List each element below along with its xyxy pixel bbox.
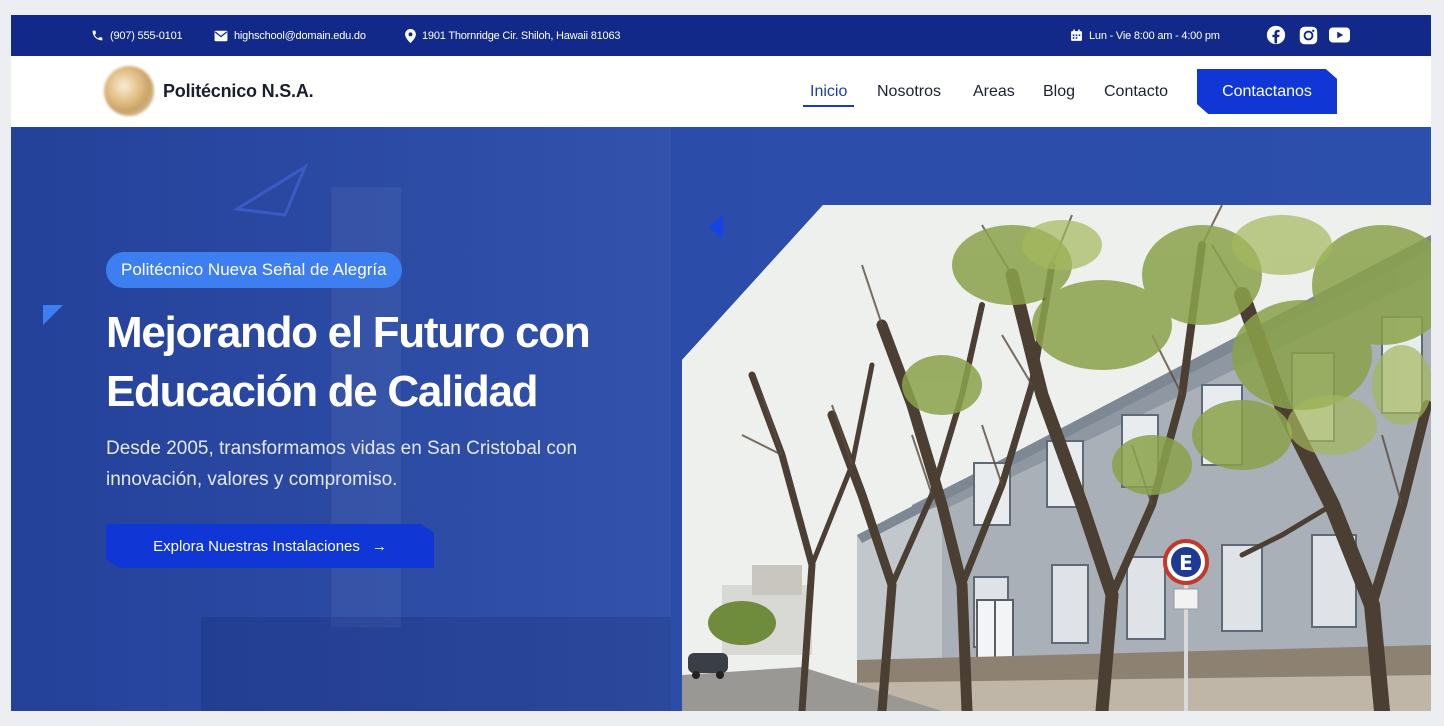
triangle-outline-decoration xyxy=(233,163,309,217)
email-text: highschool@domain.edu.do xyxy=(234,29,366,42)
phone-icon xyxy=(91,29,104,42)
instagram-icon[interactable] xyxy=(1297,24,1319,46)
hero-subtitle: Desde 2005, transformamos vidas en San C… xyxy=(106,433,666,495)
hero-subtitle-line-1: Desde 2005, transformamos vidas en San C… xyxy=(106,438,578,459)
top-info-bar: (907) 555-0101 highschool@domain.edu.do … xyxy=(11,15,1431,56)
calendar-icon xyxy=(1070,29,1083,42)
nav-link-contacto[interactable]: Contacto xyxy=(1104,56,1168,127)
nav-link-nosotros[interactable]: Nosotros xyxy=(877,56,941,127)
nav-link-areas[interactable]: Areas xyxy=(973,56,1015,127)
nav-link-inicio[interactable]: Inicio xyxy=(802,56,855,127)
school-building-photo: E xyxy=(682,205,1431,711)
hero-title: Mejorando el Futuro con Educación de Cal… xyxy=(106,303,686,421)
arrow-right-icon: → xyxy=(371,537,387,555)
nav-link-blog[interactable]: Blog xyxy=(1043,56,1075,127)
location-pin-icon xyxy=(405,28,416,43)
hero-title-line-2: Educación de Calidad xyxy=(106,367,539,416)
hero-bg-floor xyxy=(201,617,671,711)
brand-name[interactable]: Politécnico N.S.A. xyxy=(163,56,314,127)
address-text: 1901 Thornridge Cir. Shiloh, Hawaii 8106… xyxy=(422,29,621,42)
youtube-icon[interactable] xyxy=(1328,24,1350,46)
hero-section: Politécnico Nueva Señal de Alegría Mejor… xyxy=(11,127,1431,711)
email-contact[interactable]: highschool@domain.edu.do xyxy=(214,15,366,56)
school-building-illustration: E xyxy=(682,205,1431,711)
main-navbar: Politécnico N.S.A. Inicio Nosotros Areas… xyxy=(11,56,1431,127)
phone-text: (907) 555-0101 xyxy=(110,29,183,42)
mail-icon xyxy=(214,30,228,42)
phone-contact[interactable]: (907) 555-0101 xyxy=(91,15,183,56)
facebook-icon[interactable] xyxy=(1265,24,1287,46)
hero-subtitle-line-2: innovación, valores y compromiso. xyxy=(106,469,398,490)
hero-title-line-1: Mejorando el Futuro con xyxy=(106,308,591,357)
school-logo[interactable] xyxy=(104,66,154,116)
opening-hours: Lun - Vie 8:00 am - 4:00 pm xyxy=(1070,15,1220,56)
contactanos-button[interactable]: Contactanos xyxy=(1197,69,1337,114)
parking-sign-letter: E xyxy=(1179,551,1193,575)
explore-facilities-button[interactable]: Explora Nuestras Instalaciones → xyxy=(106,524,434,568)
left-triangle-decoration xyxy=(709,215,723,239)
hours-text: Lun - Vie 8:00 am - 4:00 pm xyxy=(1089,29,1220,42)
corner-triangle-decoration xyxy=(43,305,63,325)
address-contact[interactable]: 1901 Thornridge Cir. Shiloh, Hawaii 8106… xyxy=(405,15,620,56)
page-frame: (907) 555-0101 highschool@domain.edu.do … xyxy=(11,15,1431,711)
explore-button-label: Explora Nuestras Instalaciones xyxy=(153,537,360,555)
school-name-badge: Politécnico Nueva Señal de Alegría xyxy=(106,252,402,288)
